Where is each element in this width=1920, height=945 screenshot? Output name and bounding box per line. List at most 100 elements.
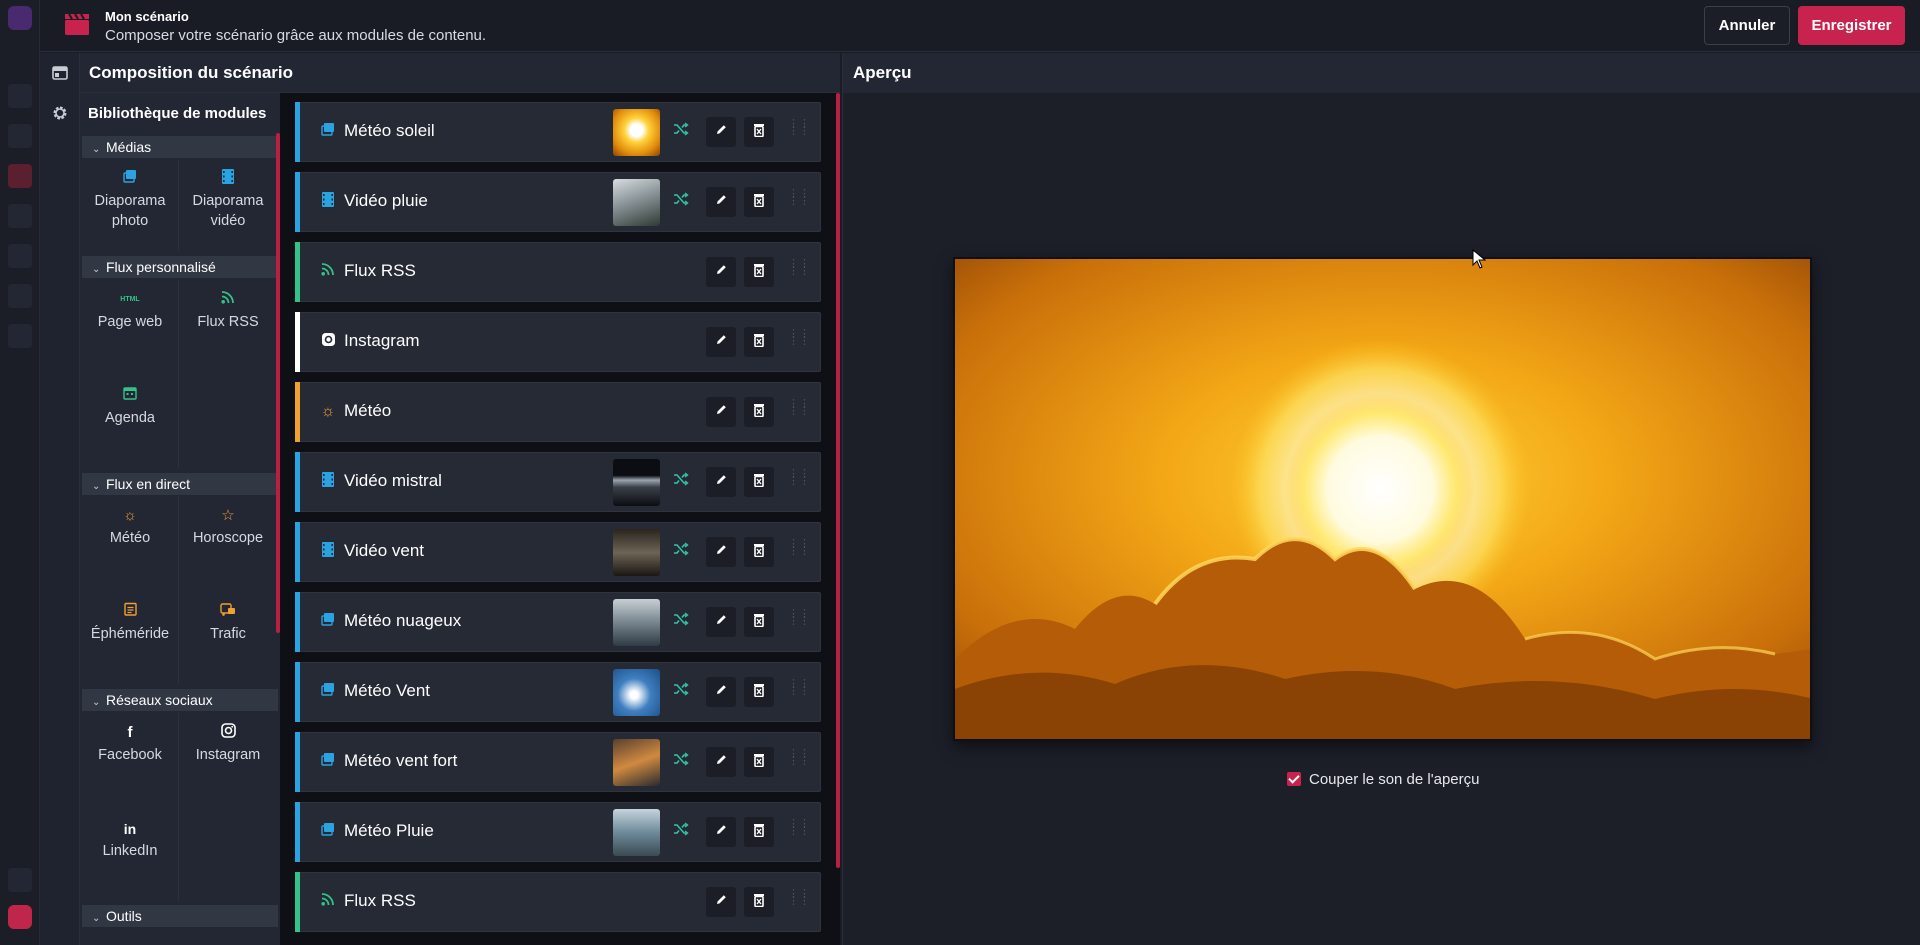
edit-button[interactable] [706, 467, 736, 497]
category-medias[interactable]: ⌄ Médias [82, 136, 278, 158]
module-page-web[interactable]: HTML Page web [82, 280, 178, 372]
scenario-item[interactable]: Vidéo mistral ⋮⋮ ⋮⋮ [295, 452, 821, 512]
shuffle-icon[interactable] [670, 752, 692, 772]
pencil-icon [715, 613, 728, 631]
module-diaporama-video[interactable]: Diaporama vidéo [180, 159, 276, 251]
edit-button[interactable] [706, 187, 736, 217]
shuffle-icon[interactable] [670, 612, 692, 632]
delete-button[interactable] [744, 887, 774, 917]
category-flux-en-direct[interactable]: ⌄ Flux en direct [82, 473, 278, 495]
module-meteo[interactable]: ☼ Météo [82, 496, 178, 588]
rail-item[interactable] [8, 324, 32, 348]
rail-item[interactable] [8, 84, 32, 108]
scenario-item[interactable]: Flux RSS ⋮⋮ ⋮⋮ [295, 872, 821, 932]
edit-button[interactable] [706, 607, 736, 637]
scenario-item[interactable]: ☼ Météo ⋮⋮ ⋮⋮ [295, 382, 821, 442]
drag-handle-icon[interactable]: ⋮⋮ ⋮⋮ [788, 819, 810, 843]
category-outils[interactable]: ⌄ Outils [82, 905, 278, 927]
delete-button[interactable] [744, 747, 774, 777]
layout-icon[interactable] [48, 61, 72, 85]
edit-button[interactable] [706, 257, 736, 287]
pencil-icon [715, 753, 728, 771]
checkbox-checked-icon[interactable] [1287, 772, 1301, 786]
category-flux-personnalise[interactable]: ⌄ Flux personnalisé [82, 256, 278, 278]
scenario-item[interactable]: Flux RSS ⋮⋮ ⋮⋮ [295, 242, 821, 302]
scenario-item[interactable]: Vidéo pluie ⋮⋮ ⋮⋮ [295, 172, 821, 232]
drag-handle-icon[interactable]: ⋮⋮ ⋮⋮ [788, 609, 810, 633]
drag-handle-icon[interactable]: ⋮⋮ ⋮⋮ [788, 469, 810, 493]
gear-icon[interactable] [48, 101, 72, 125]
scenario-item[interactable]: Météo Pluie ⋮⋮ ⋮⋮ [295, 802, 821, 862]
drag-handle-icon[interactable]: ⋮⋮ ⋮⋮ [788, 539, 810, 563]
rail-item[interactable] [8, 124, 32, 148]
drag-handle-icon[interactable]: ⋮⋮ ⋮⋮ [788, 679, 810, 703]
rail-item-active[interactable] [8, 164, 32, 188]
delete-button[interactable] [744, 327, 774, 357]
module-instagram[interactable]: Instagram [180, 713, 276, 805]
app-rail [0, 0, 40, 945]
rail-item[interactable] [8, 284, 32, 308]
edit-button[interactable] [706, 677, 736, 707]
shuffle-icon[interactable] [670, 192, 692, 212]
module-horoscope[interactable]: ☆ Horoscope [180, 496, 276, 588]
edit-button[interactable] [706, 817, 736, 847]
module-ephemeride[interactable]: Éphéméride [82, 592, 178, 684]
pencil-icon [715, 823, 728, 841]
scenario-item-thumbnail [613, 459, 660, 506]
edit-button[interactable] [706, 117, 736, 147]
film-icon [180, 169, 276, 189]
cancel-button[interactable]: Annuler [1704, 6, 1790, 45]
drag-handle-icon[interactable]: ⋮⋮ ⋮⋮ [788, 889, 810, 913]
edit-button[interactable] [706, 327, 736, 357]
scenario-item[interactable]: Météo Vent ⋮⋮ ⋮⋮ [295, 662, 821, 722]
drag-handle-icon[interactable]: ⋮⋮ ⋮⋮ [788, 119, 810, 143]
shuffle-icon[interactable] [670, 822, 692, 842]
drag-handle-icon[interactable]: ⋮⋮ ⋮⋮ [788, 189, 810, 213]
module-facebook[interactable]: f Facebook [82, 713, 178, 805]
module-trafic[interactable]: Trafic [180, 592, 276, 684]
delete-button[interactable] [744, 537, 774, 567]
pencil-icon [715, 403, 728, 421]
module-flux-rss[interactable]: Flux RSS [180, 280, 276, 372]
edit-button[interactable] [706, 747, 736, 777]
delete-button[interactable] [744, 607, 774, 637]
delete-button[interactable] [744, 187, 774, 217]
category-reseaux-sociaux[interactable]: ⌄ Réseaux sociaux [82, 689, 278, 711]
delete-button[interactable] [744, 397, 774, 427]
drag-handle-icon[interactable]: ⋮⋮ ⋮⋮ [788, 329, 810, 353]
module-agenda[interactable]: Agenda [82, 376, 178, 468]
drag-handle-icon[interactable]: ⋮⋮ ⋮⋮ [788, 399, 810, 423]
delete-button[interactable] [744, 257, 774, 287]
mute-preview-checkbox[interactable]: Couper le son de l'aperçu [1287, 771, 1479, 788]
edit-button[interactable] [706, 537, 736, 567]
drag-handle-icon[interactable]: ⋮⋮ ⋮⋮ [788, 749, 810, 773]
type-color-bar [295, 732, 300, 792]
delete-button[interactable] [744, 117, 774, 147]
list-scrollbar[interactable] [836, 93, 840, 868]
module-label: Flux RSS [197, 314, 259, 330]
shuffle-icon[interactable] [670, 122, 692, 142]
drag-handle-icon[interactable]: ⋮⋮ ⋮⋮ [788, 259, 810, 283]
scenario-item[interactable]: Instagram ⋮⋮ ⋮⋮ [295, 312, 821, 372]
module-linkedin[interactable]: in LinkedIn [82, 809, 178, 901]
app-logo[interactable] [8, 6, 32, 30]
delete-button[interactable] [744, 467, 774, 497]
shuffle-icon[interactable] [670, 472, 692, 492]
module-diaporama-photo[interactable]: Diaporama photo [82, 159, 178, 251]
scenario-item-thumbnail [613, 739, 660, 786]
scenario-item[interactable]: Météo nuageux ⋮⋮ ⋮⋮ [295, 592, 821, 652]
shuffle-icon[interactable] [670, 682, 692, 702]
rail-item[interactable] [8, 868, 32, 892]
scenario-item[interactable]: Vidéo vent ⋮⋮ ⋮⋮ [295, 522, 821, 582]
scenario-item[interactable]: Météo soleil ⋮⋮ ⋮⋮ [295, 102, 821, 162]
delete-button[interactable] [744, 817, 774, 847]
rail-item[interactable] [8, 244, 32, 268]
edit-button[interactable] [706, 397, 736, 427]
rail-item[interactable] [8, 204, 32, 228]
save-button[interactable]: Enregistrer [1798, 6, 1905, 45]
delete-button[interactable] [744, 677, 774, 707]
edit-button[interactable] [706, 887, 736, 917]
scenario-item[interactable]: Météo vent fort ⋮⋮ ⋮⋮ [295, 732, 821, 792]
user-avatar[interactable] [8, 905, 32, 929]
shuffle-icon[interactable] [670, 542, 692, 562]
